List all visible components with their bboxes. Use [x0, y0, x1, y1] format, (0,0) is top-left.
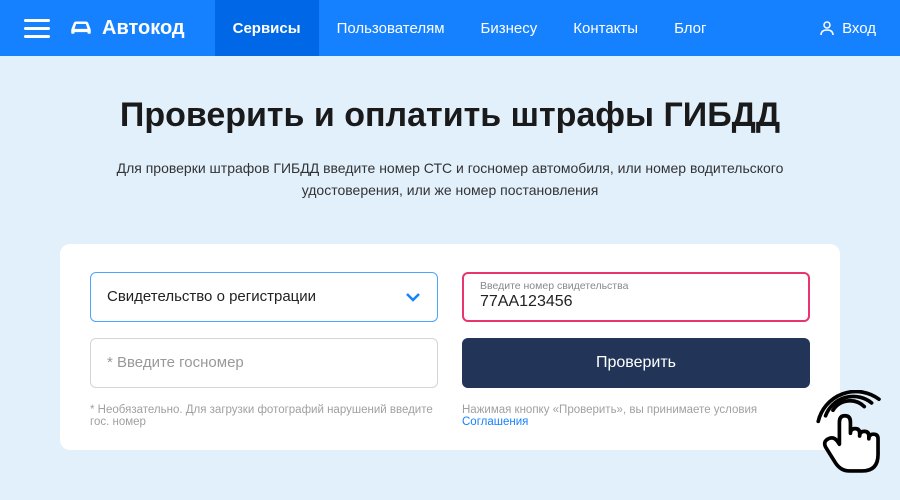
doc-type-label: Свидетельство о регистрации [107, 288, 316, 305]
agreement-link[interactable]: Соглашения [462, 416, 528, 428]
check-button[interactable]: Проверить [462, 338, 810, 388]
brand-logo[interactable]: Автокод [68, 17, 185, 40]
user-icon [819, 20, 835, 36]
nav-business[interactable]: Бизнесу [463, 0, 556, 56]
page-subtitle: Для проверки штрафов ГИБДД введите номер… [110, 157, 790, 202]
main-nav: Сервисы Пользователям Бизнесу Контакты Б… [215, 0, 725, 56]
login-link[interactable]: Вход [819, 20, 876, 37]
chevron-down-icon [405, 292, 421, 302]
brand-name: Автокод [102, 17, 185, 40]
doc-type-select[interactable]: Свидетельство о регистрации [90, 272, 438, 322]
page-title: Проверить и оплатить штрафы ГИБДД [60, 96, 840, 135]
plate-hint: * Необязательно. Для загрузки фотографий… [90, 404, 438, 428]
certificate-input[interactable] [480, 292, 792, 313]
nav-users[interactable]: Пользователям [319, 0, 463, 56]
plate-placeholder: * Введите госномер [107, 354, 244, 371]
agreement-prefix: Нажимая кнопку «Проверить», вы принимает… [462, 404, 757, 416]
plate-input[interactable]: * Введите госномер [90, 338, 438, 388]
fines-form: Свидетельство о регистрации Введите номе… [60, 244, 840, 450]
login-label: Вход [842, 20, 876, 37]
menu-icon[interactable] [24, 15, 50, 41]
agreement-text: Нажимая кнопку «Проверить», вы принимает… [462, 404, 810, 428]
certificate-input-wrapper[interactable]: Введите номер свидетельства [462, 272, 810, 322]
nav-contacts[interactable]: Контакты [555, 0, 656, 56]
nav-blog[interactable]: Блог [656, 0, 724, 56]
nav-services[interactable]: Сервисы [215, 0, 319, 56]
certificate-float-label: Введите номер свидетельства [480, 280, 792, 293]
car-icon [68, 19, 94, 37]
